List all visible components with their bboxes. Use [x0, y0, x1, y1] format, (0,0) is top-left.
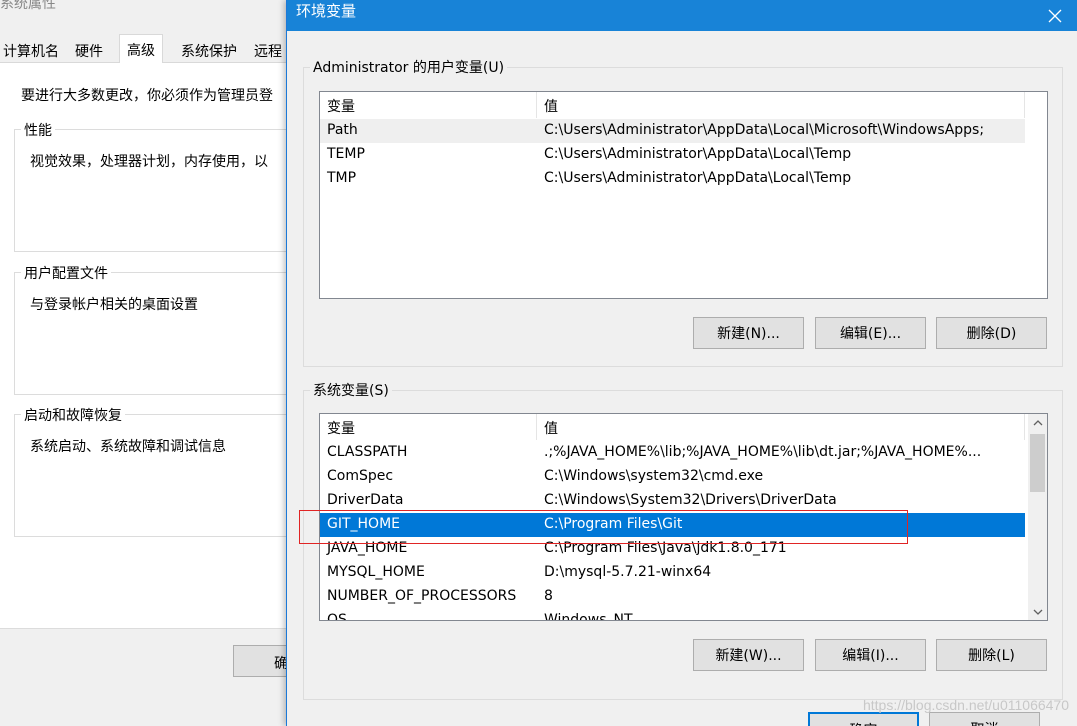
variable-name: ComSpec	[327, 468, 394, 484]
dialog-title: 环境变量	[296, 2, 357, 20]
system-variables-legend: 系统变量(S)	[310, 380, 392, 400]
system-var-row[interactable]: DriverData C:\Windows\System32\Drivers\D…	[320, 489, 1025, 513]
environment-variables-dialog: 环境变量 Administrator 的用户变量(U) 变量 值 Path C:…	[286, 0, 1077, 726]
tab-computer-name[interactable]: 计算机名	[0, 37, 62, 62]
performance-description: 视觉效果，处理器计划，内存使用，以	[30, 154, 268, 170]
variable-name: Path	[327, 122, 358, 138]
variable-value: C:\Users\Administrator\AppData\Local\Mic…	[544, 122, 985, 138]
user-profiles-group: 用户配置文件 与登录帐户相关的桌面设置	[14, 263, 300, 395]
column-header-variable[interactable]: 变量	[320, 92, 537, 118]
tab-remote[interactable]: 远程	[251, 37, 285, 62]
tab-system-protection[interactable]: 系统保护	[178, 37, 240, 62]
user-edit-button[interactable]: 编辑(E)...	[815, 317, 926, 349]
watermark: https://blog.csdn.net/u011066470	[862, 697, 1069, 713]
system-edit-button[interactable]: 编辑(I)...	[815, 639, 926, 671]
tab-advanced[interactable]: 高级	[119, 34, 163, 63]
user-var-row-temp[interactable]: TEMP C:\Users\Administrator\AppData\Loca…	[320, 143, 1025, 167]
admin-notice: 要进行大多数更改，你必须作为管理员登	[21, 88, 273, 104]
title-bar: 环境变量	[287, 0, 1077, 31]
user-variables-list[interactable]: 变量 值 Path C:\Users\Administrator\AppData…	[319, 91, 1048, 299]
variable-value: C:\Program Files\Git	[544, 516, 683, 532]
chevron-down-icon	[1033, 609, 1042, 615]
user-var-row-tmp[interactable]: TMP C:\Users\Administrator\AppData\Local…	[320, 167, 1025, 191]
user-new-button[interactable]: 新建(N)...	[693, 317, 804, 349]
variable-value: C:\Windows\system32\cmd.exe	[544, 468, 764, 484]
scroll-down-arrow[interactable]	[1028, 603, 1047, 620]
list-header: 变量 值	[320, 414, 1025, 440]
scroll-thumb[interactable]	[1030, 434, 1045, 492]
system-var-row[interactable]: JAVA_HOME C:\Program Files\Java\jdk1.8.0…	[320, 537, 1025, 561]
system-properties-title: 系统属性	[0, 0, 56, 12]
variable-name: MYSQL_HOME	[327, 564, 425, 580]
variable-value: D:\mysql-5.7.21-winx64	[544, 564, 712, 580]
user-profiles-legend: 用户配置文件	[21, 263, 111, 283]
scroll-up-arrow[interactable]	[1028, 414, 1047, 431]
system-variables-list[interactable]: 变量 值 CLASSPATH .;%JAVA_HOME%\lib;%JAVA_H…	[319, 413, 1048, 621]
variable-value: 8	[544, 588, 553, 604]
variable-name: GIT_HOME	[327, 516, 401, 532]
variable-value: .;%JAVA_HOME%\lib;%JAVA_HOME%\lib\dt.jar…	[544, 444, 982, 460]
system-var-row[interactable]: ComSpec C:\Windows\system32\cmd.exe	[320, 465, 1025, 489]
startup-recovery-group: 启动和故障恢复 系统启动、系统故障和调试信息	[14, 405, 300, 537]
system-properties-dialog: 系统属性 计算机名 硬件 要进行大多数更改，你必须作为管理员登 性能 视觉效果，…	[0, 0, 300, 690]
system-var-row[interactable]: OS Windows_NT	[320, 609, 1025, 621]
column-header-variable[interactable]: 变量	[320, 414, 537, 440]
variable-name: TMP	[327, 170, 357, 186]
system-var-row[interactable]: MYSQL_HOME D:\mysql-5.7.21-winx64	[320, 561, 1025, 585]
user-delete-button[interactable]: 删除(D)	[936, 317, 1047, 349]
system-new-button[interactable]: 新建(W)...	[693, 639, 804, 671]
system-delete-button[interactable]: 删除(L)	[936, 639, 1047, 671]
performance-legend: 性能	[21, 120, 55, 140]
variable-value: C:\Program Files\Java\jdk1.8.0_171	[544, 540, 787, 556]
system-var-row-selected[interactable]: GIT_HOME C:\Program Files\Git	[320, 513, 1025, 537]
variable-name: NUMBER_OF_PROCESSORS	[327, 588, 517, 604]
variable-name: TEMP	[327, 146, 365, 162]
vertical-scrollbar[interactable]	[1028, 414, 1047, 620]
variable-value: C:\Users\Administrator\AppData\Local\Tem…	[544, 146, 852, 162]
close-button[interactable]	[1032, 0, 1077, 31]
variable-name: JAVA_HOME	[327, 540, 408, 556]
advanced-tab-panel: 要进行大多数更改，你必须作为管理员登 性能 视觉效果，处理器计划，内存使用，以 …	[0, 62, 300, 690]
variable-value: Windows_NT	[544, 612, 633, 621]
ok-button[interactable]: 确定	[808, 712, 919, 726]
variable-name: CLASSPATH	[327, 444, 408, 460]
startup-recovery-description: 系统启动、系统故障和调试信息	[30, 439, 226, 455]
column-header-value[interactable]: 值	[537, 414, 1025, 440]
tab-hardware[interactable]: 硬件	[72, 37, 106, 62]
variable-name: DriverData	[327, 492, 404, 508]
user-var-row-path[interactable]: Path C:\Users\Administrator\AppData\Loca…	[320, 119, 1025, 143]
user-variables-legend: Administrator 的用户变量(U)	[310, 57, 508, 77]
system-variables-group: 系统变量(S) 变量 值 CLASSPATH .;%JAVA_HOME%\lib…	[303, 380, 1063, 700]
user-profiles-description: 与登录帐户相关的桌面设置	[30, 297, 198, 313]
list-header: 变量 值	[320, 92, 1025, 118]
system-properties-footer: 确	[0, 628, 300, 690]
variable-name: OS	[327, 612, 347, 621]
system-var-row[interactable]: CLASSPATH .;%JAVA_HOME%\lib;%JAVA_HOME%\…	[320, 441, 1025, 465]
cancel-button[interactable]: 取消	[929, 712, 1040, 726]
variable-value: C:\Windows\System32\Drivers\DriverData	[544, 492, 837, 508]
startup-recovery-legend: 启动和故障恢复	[21, 405, 125, 425]
chevron-up-icon	[1033, 419, 1042, 425]
performance-group: 性能 视觉效果，处理器计划，内存使用，以	[14, 120, 300, 252]
column-header-value[interactable]: 值	[537, 92, 1025, 118]
user-variables-group: Administrator 的用户变量(U) 变量 值 Path C:\User…	[303, 57, 1063, 367]
close-icon	[1048, 9, 1062, 22]
system-var-row[interactable]: NUMBER_OF_PROCESSORS 8	[320, 585, 1025, 609]
variable-value: C:\Users\Administrator\AppData\Local\Tem…	[544, 170, 852, 186]
